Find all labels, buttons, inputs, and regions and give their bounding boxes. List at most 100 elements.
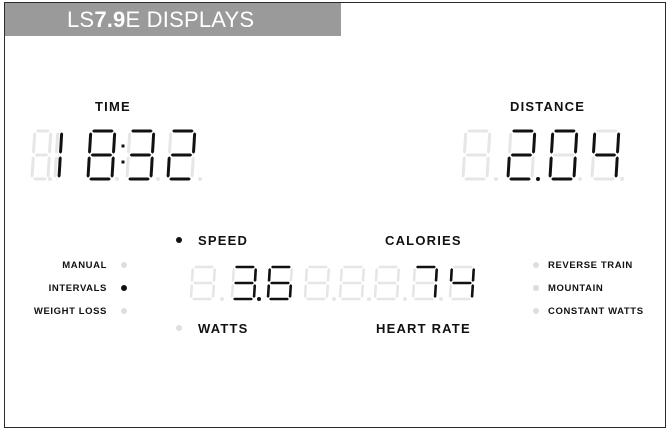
segment-d [451, 297, 471, 301]
segment-g [170, 153, 193, 157]
time-display [30, 129, 202, 181]
segment-f [592, 132, 597, 154]
segment-f [32, 132, 37, 154]
segment-d [128, 177, 150, 181]
segment-f [339, 268, 344, 282]
segment-c [57, 156, 62, 178]
segment-e [266, 284, 271, 298]
decimal-point [620, 177, 624, 181]
segment-a [377, 265, 398, 269]
segment-a [270, 265, 291, 269]
segment-c [252, 284, 257, 298]
segment-b [48, 132, 53, 154]
segment-d [593, 177, 615, 181]
decimal-point [115, 177, 119, 181]
distance-display [461, 129, 624, 181]
segment-c [110, 156, 115, 178]
segment-d [89, 177, 111, 181]
segment-c [190, 156, 195, 178]
segment-c [360, 284, 365, 298]
segment-b [253, 268, 258, 282]
segment-c [572, 156, 577, 178]
segment-e [125, 156, 130, 178]
segment-g [193, 281, 213, 285]
segment-b [212, 268, 217, 282]
segment-d [509, 177, 531, 181]
segment-e [548, 156, 553, 178]
segment-b [487, 132, 492, 154]
segment-a [307, 265, 328, 269]
segment-c [433, 284, 438, 298]
segment-g [307, 281, 327, 285]
segment-e [338, 284, 343, 298]
segment-d [56, 177, 58, 181]
segment-displays [30, 129, 624, 301]
decimal-point [48, 177, 52, 181]
segment-a [193, 265, 214, 269]
segment-c [614, 156, 619, 178]
segment-g [510, 153, 533, 157]
segment-b [434, 268, 439, 282]
calories-display [303, 265, 476, 301]
segment-c [530, 156, 535, 178]
segment-b [574, 132, 579, 154]
segment-g [452, 281, 472, 285]
segment-d [269, 297, 289, 301]
decimal-point [198, 177, 202, 181]
segment-g [342, 281, 362, 285]
segment-e [53, 156, 58, 178]
segment-f [190, 268, 195, 282]
decimal-point [439, 297, 443, 301]
segment-e [448, 284, 453, 298]
segment-c [395, 284, 400, 298]
segment-a [467, 129, 489, 133]
segment-a [554, 129, 576, 133]
segment-d [414, 297, 434, 301]
segment-d [306, 297, 326, 301]
segment-f [168, 132, 173, 154]
segment-g [270, 281, 290, 285]
segment-g [415, 281, 435, 285]
segment-e [303, 284, 308, 298]
segment-c [470, 284, 475, 298]
decimal-point [257, 297, 261, 301]
decimal-point [403, 297, 407, 301]
segment-b [616, 132, 621, 154]
segment-g [34, 153, 49, 157]
segment-c [325, 284, 330, 298]
segment-b [361, 268, 366, 282]
decimal-point [367, 297, 371, 301]
segment-c [149, 156, 154, 178]
segment-e [506, 156, 511, 178]
decimal-point [156, 177, 160, 181]
segment-c [485, 156, 490, 178]
decimal-point [220, 297, 224, 301]
segment-g [57, 153, 60, 157]
segment-e [86, 156, 91, 178]
segment-e [411, 284, 416, 298]
segment-d [169, 177, 191, 181]
segment-g [90, 153, 113, 157]
segment-d [192, 297, 212, 301]
segment-c [288, 284, 293, 298]
segment-f [449, 268, 454, 282]
segment-a [234, 265, 255, 269]
segment-g [129, 153, 152, 157]
segment-a [342, 265, 363, 269]
segment-g [594, 153, 617, 157]
segment-f [374, 268, 379, 282]
segment-d [341, 297, 361, 301]
segment-c [46, 156, 51, 178]
decimal-point [494, 177, 498, 181]
decimal-point [578, 177, 582, 181]
segment-b [532, 132, 537, 154]
segment-a [452, 265, 473, 269]
segment-g [234, 281, 254, 285]
segment-a [92, 129, 114, 133]
segment-b [289, 268, 294, 282]
segment-e [30, 156, 35, 178]
segment-f [231, 268, 236, 282]
segment-g [465, 153, 488, 157]
segment-d [33, 177, 47, 181]
segment-f [55, 132, 60, 154]
